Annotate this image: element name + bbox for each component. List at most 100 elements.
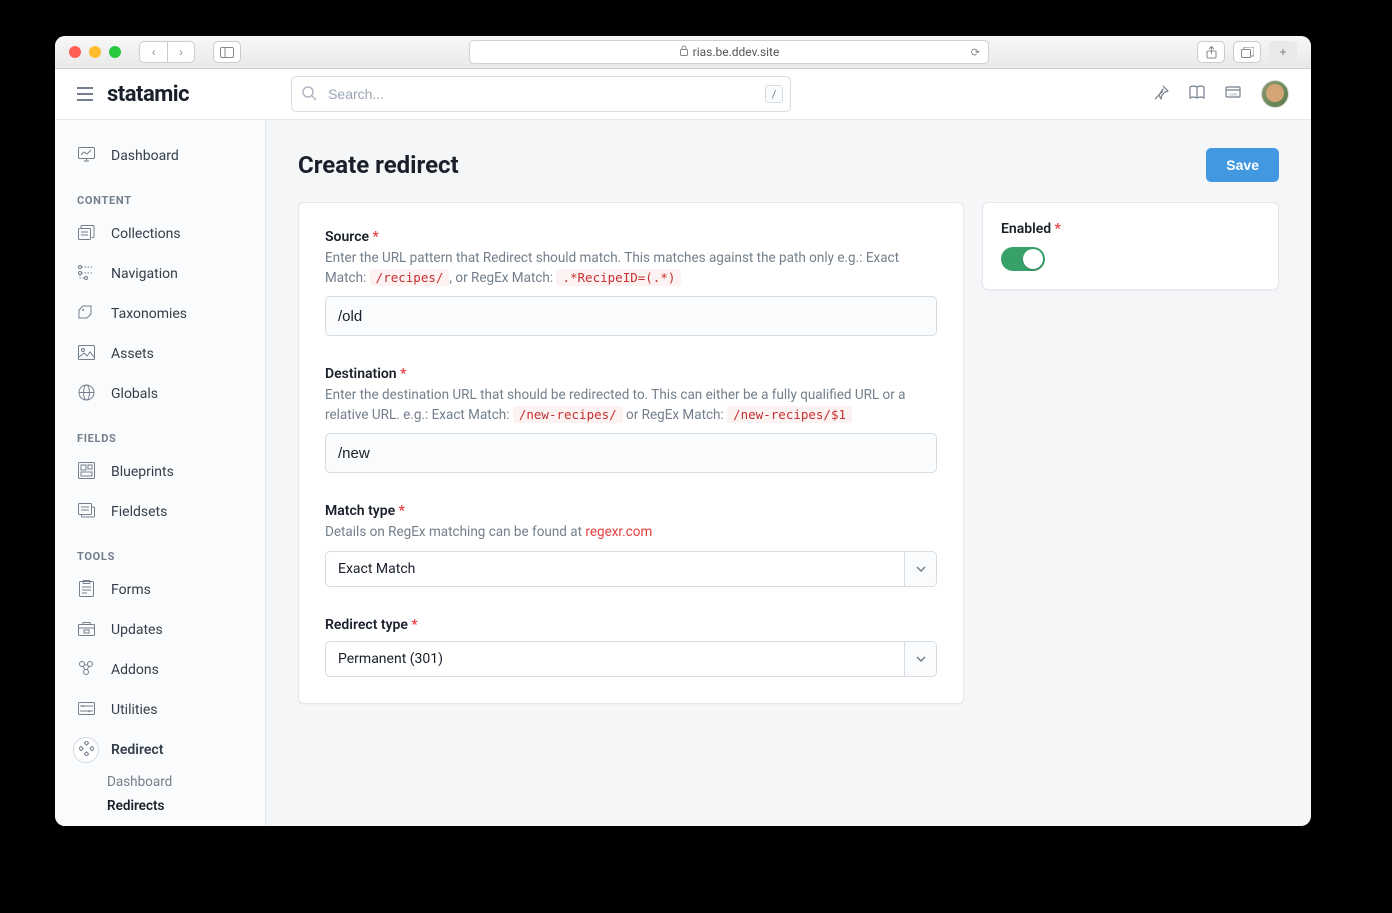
sidebar-item-collections[interactable]: Collections [55,214,265,254]
new-tab-button[interactable]: + [1269,41,1297,63]
match-type-value: Exact Match [326,552,904,586]
sidebar-item-label: Assets [111,346,154,362]
logo[interactable]: statamic [107,82,189,107]
main-content: Create redirect Save Source * Enter the … [266,120,1311,826]
field-label-source: Source * [325,229,937,245]
page-title: Create redirect [298,151,459,179]
required-indicator: * [373,229,379,245]
docs-button[interactable] [1189,85,1205,104]
window-close-button[interactable] [69,46,81,58]
sidebar-item-fieldsets[interactable]: Fieldsets [55,492,265,532]
menu-toggle-button[interactable] [77,87,93,101]
window-maximize-button[interactable] [109,46,121,58]
browser-window: ‹ › rias.be.ddev.site ⟳ + statamic [55,36,1311,826]
dashboard-icon [78,147,95,166]
assets-icon [78,345,95,364]
chevron-right-icon: › [179,45,183,59]
sidebar-item-updates[interactable]: Updates [55,610,265,650]
field-help-match-type: Details on RegEx matching can be found a… [325,523,937,543]
regexr-link[interactable]: regexr.com [585,524,652,540]
sidebar-item-forms[interactable]: Forms [55,570,265,610]
search-icon [302,86,317,105]
field-label-match-type: Match type * [325,503,937,519]
panel-icon [220,47,234,58]
main-card: Source * Enter the URL pattern that Redi… [298,202,964,704]
sidebar-item-utilities[interactable]: Utilities [55,690,265,730]
app-body: Dashboard CONTENT Collections Navigation… [55,120,1311,826]
match-type-select[interactable]: Exact Match [325,551,937,587]
browser-right-icons: + [1197,41,1297,63]
field-redirect-type: Redirect type * Permanent (301) [325,617,937,677]
avatar[interactable] [1261,80,1289,108]
sidebar-item-globals[interactable]: Globals [55,374,265,414]
sidebar-item-blueprints[interactable]: Blueprints [55,452,265,492]
redirect-type-value: Permanent (301) [326,642,904,676]
reload-icon[interactable]: ⟳ [971,46,980,59]
plus-icon: + [1280,45,1287,59]
sidebar-item-addons[interactable]: Addons [55,650,265,690]
sidebar-heading-content: CONTENT [55,176,265,214]
field-match-type: Match type * Details on RegEx matching c… [325,503,937,587]
redirect-icon [79,741,94,760]
pin-button[interactable] [1154,85,1169,104]
destination-input[interactable] [325,433,937,473]
book-icon [1189,85,1205,100]
browser-sidebar-button[interactable] [213,41,241,63]
sidebar-item-dashboard[interactable]: Dashboard [55,136,265,176]
tabs-button[interactable] [1233,41,1261,63]
chevron-down-icon [904,642,936,676]
sidebar: Dashboard CONTENT Collections Navigation… [55,120,266,826]
sidebar-item-label: Navigation [111,266,178,282]
header-right: .com [1154,80,1289,108]
app-header: statamic / .com [55,69,1311,120]
sidebar-item-label: Updates [111,622,163,638]
browser-chrome: ‹ › rias.be.ddev.site ⟳ + [55,36,1311,69]
browser-nav-buttons: ‹ › [139,41,195,63]
globals-icon [78,384,95,405]
page-header: Create redirect Save [298,148,1279,182]
share-button[interactable] [1197,41,1225,63]
save-button[interactable]: Save [1206,148,1279,182]
required-indicator: * [411,617,417,633]
site-button[interactable]: .com [1225,85,1241,104]
enabled-toggle[interactable] [1001,247,1045,271]
sidebar-item-label: Blueprints [111,464,174,480]
site-icon: .com [1225,86,1241,100]
field-label-destination: Destination * [325,366,937,382]
forms-icon [79,580,94,601]
sidebar-item-label: Redirect [111,742,163,758]
sidebar-heading-fields: FIELDS [55,414,265,452]
search-input[interactable] [291,76,791,112]
browser-back-button[interactable]: ‹ [139,41,167,63]
utilities-icon [78,702,95,719]
source-input[interactable] [325,296,937,336]
browser-forward-button[interactable]: › [167,41,195,63]
redirect-type-select[interactable]: Permanent (301) [325,641,937,677]
required-indicator: * [400,366,406,382]
side-card: Enabled * [982,202,1279,290]
chevron-down-icon [904,552,936,586]
sidebar-item-label: Forms [111,582,151,598]
tabs-icon [1241,47,1254,58]
sidebar-item-navigation[interactable]: Navigation [55,254,265,294]
address-url: rias.be.ddev.site [693,45,780,59]
avatar-image [1266,84,1284,102]
sidebar-sub-dashboard[interactable]: Dashboard [55,770,265,794]
sidebar-item-taxonomies[interactable]: Taxonomies [55,294,265,334]
hamburger-icon [77,87,93,101]
sidebar-item-redirect[interactable]: Redirect [55,730,265,770]
field-label-enabled: Enabled * [1001,221,1260,237]
chevron-left-icon: ‹ [152,45,156,59]
address-bar[interactable]: rias.be.ddev.site ⟳ [469,40,989,64]
sidebar-item-label: Taxonomies [111,306,187,322]
sidebar-item-label: Globals [111,386,158,402]
sidebar-sub-redirects[interactable]: Redirects [55,794,265,818]
blueprints-icon [78,462,95,483]
collections-icon [78,225,95,244]
sidebar-item-assets[interactable]: Assets [55,334,265,374]
svg-text:.com: .com [1229,91,1238,96]
toggle-knob [1023,249,1043,269]
required-indicator: * [1055,221,1061,237]
window-minimize-button[interactable] [89,46,101,58]
sidebar-item-label: Fieldsets [111,504,167,520]
